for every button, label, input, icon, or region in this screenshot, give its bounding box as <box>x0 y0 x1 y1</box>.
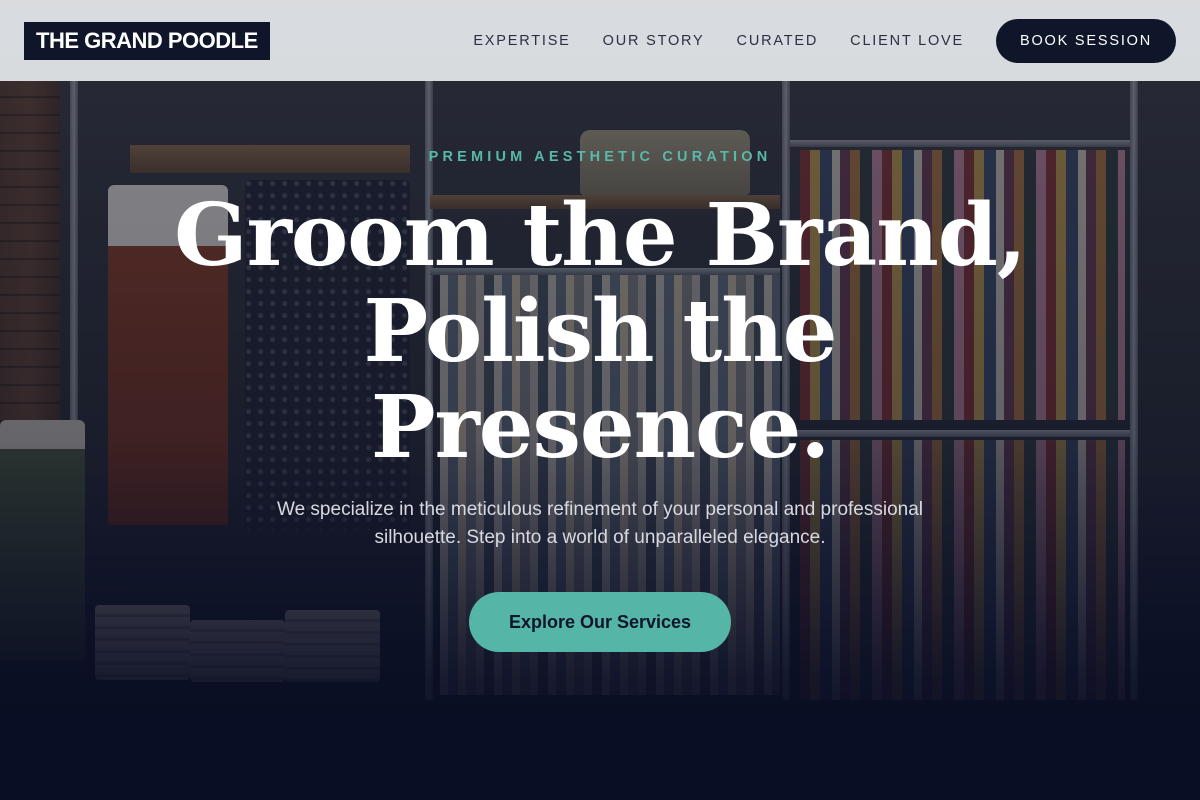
headline-line: Polish the <box>363 281 838 382</box>
hero-eyebrow: PREMIUM AESTHETIC CURATION <box>428 149 772 165</box>
hero-headline: Groom the Brand, Polish the Presence. <box>100 188 1100 476</box>
headline-line: Groom the Brand, <box>174 185 1027 286</box>
explore-services-button[interactable]: Explore Our Services <box>469 592 731 652</box>
hero-section: PREMIUM AESTHETIC CURATION Groom the Bra… <box>0 0 1200 800</box>
hero-subtext: We specialize in the meticulous refineme… <box>277 499 923 548</box>
headline-line: Presence. <box>370 377 830 478</box>
